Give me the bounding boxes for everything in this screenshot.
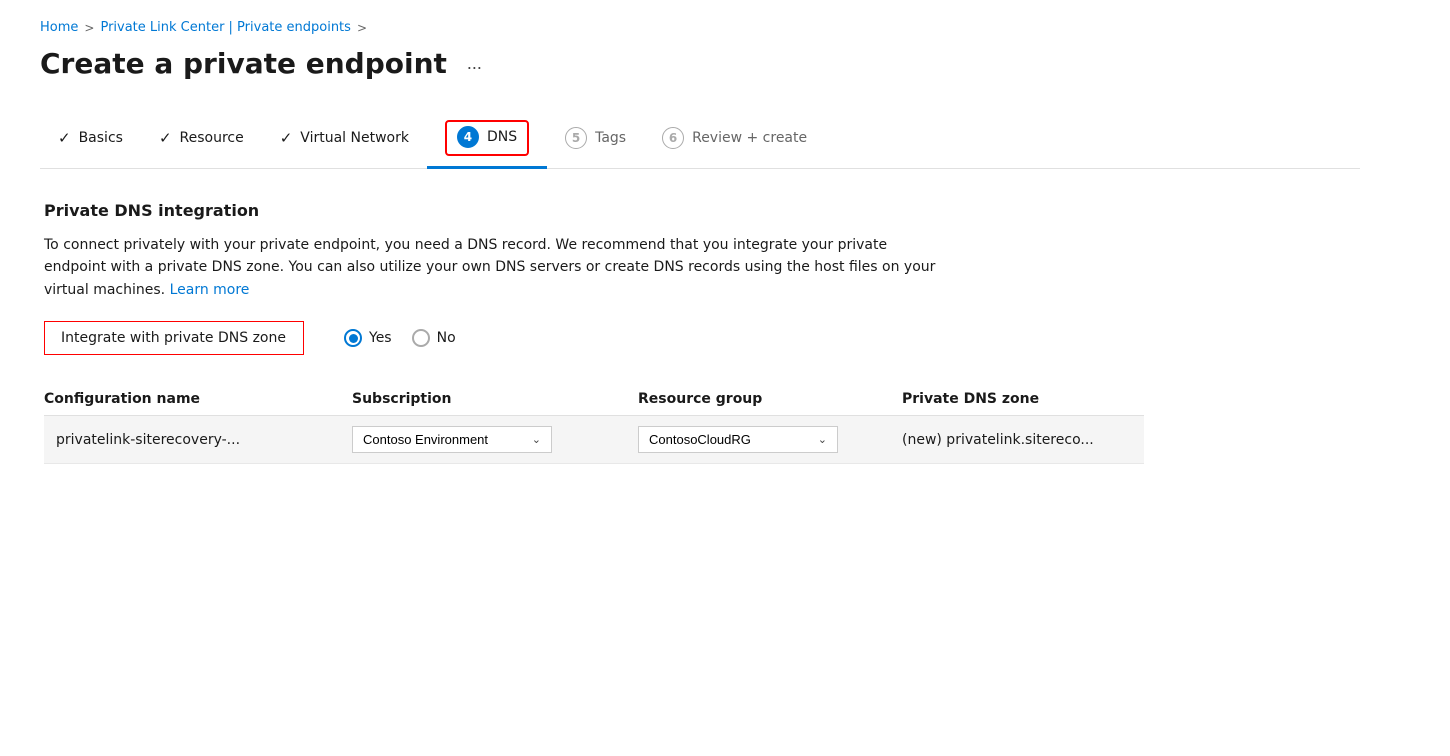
breadcrumb-home[interactable]: Home — [40, 20, 78, 35]
page-title: Create a private endpoint — [40, 47, 447, 80]
radio-no-circle — [412, 329, 430, 347]
step-num-review: 6 — [662, 127, 684, 149]
cell-private-dns-zone: (new) privatelink.sitereco... — [902, 416, 1144, 464]
dns-table-body: privatelink-siterecovery-... Contoso Env… — [44, 416, 1144, 464]
step-label-basics: Basics — [79, 130, 123, 146]
radio-yes-label: Yes — [369, 330, 392, 346]
step-resource[interactable]: ✓ Resource — [141, 119, 262, 159]
dns-table-header-row: Configuration name Subscription Resource… — [44, 383, 1144, 416]
subscription-dropdown[interactable]: Contoso Environment ⌄ — [352, 426, 552, 453]
resource-group-value: ContosoCloudRG — [649, 432, 751, 447]
page-title-row: Create a private endpoint ... — [40, 47, 1360, 80]
section-title: Private DNS integration — [44, 201, 1356, 220]
check-icon-resource: ✓ — [159, 129, 172, 147]
step-label-resource: Resource — [180, 130, 244, 146]
step-review-create[interactable]: 6 Review + create — [644, 117, 825, 161]
radio-yes-circle — [344, 329, 362, 347]
col-header-private-dns: Private DNS zone — [902, 383, 1144, 416]
table-row: privatelink-siterecovery-... Contoso Env… — [44, 416, 1144, 464]
radio-group: Yes No — [344, 329, 456, 347]
wizard-steps: ✓ Basics ✓ Resource ✓ Virtual Network 4 … — [40, 110, 1360, 169]
col-header-subscription: Subscription — [352, 383, 638, 416]
subscription-value: Contoso Environment — [363, 432, 488, 447]
breadcrumb: Home > Private Link Center | Private end… — [40, 20, 1360, 35]
step-basics[interactable]: ✓ Basics — [40, 119, 141, 159]
content-area: Private DNS integration To connect priva… — [40, 201, 1360, 464]
learn-more-link[interactable]: Learn more — [170, 282, 250, 298]
step-label-review: Review + create — [692, 130, 807, 146]
breadcrumb-sep-2: > — [357, 21, 367, 35]
step-dns[interactable]: 4 DNS — [427, 110, 547, 168]
resource-group-dropdown[interactable]: ContosoCloudRG ⌄ — [638, 426, 838, 453]
radio-yes[interactable]: Yes — [344, 329, 392, 347]
step-virtual-network[interactable]: ✓ Virtual Network — [262, 119, 427, 159]
step-label-dns: DNS — [487, 129, 517, 145]
step-label-vnet: Virtual Network — [300, 130, 409, 146]
step-label-tags: Tags — [595, 130, 626, 146]
integrate-row: Integrate with private DNS zone Yes No — [44, 321, 1356, 355]
dns-step-border: 4 DNS — [445, 120, 529, 156]
breadcrumb-center[interactable]: Private Link Center | Private endpoints — [100, 20, 350, 35]
step-num-tags: 5 — [565, 127, 587, 149]
radio-no[interactable]: No — [412, 329, 456, 347]
dns-table: Configuration name Subscription Resource… — [44, 383, 1144, 464]
breadcrumb-sep-1: > — [84, 21, 94, 35]
section-description: To connect privately with your private e… — [44, 234, 944, 301]
step-num-dns: 4 — [457, 126, 479, 148]
check-icon-vnet: ✓ — [280, 129, 293, 147]
integrate-label: Integrate with private DNS zone — [44, 321, 304, 355]
cell-config-name: privatelink-siterecovery-... — [44, 416, 352, 464]
col-header-resource-group: Resource group — [638, 383, 902, 416]
page-container: Home > Private Link Center | Private end… — [0, 0, 1400, 484]
radio-no-label: No — [437, 330, 456, 346]
check-icon-basics: ✓ — [58, 129, 71, 147]
col-header-config: Configuration name — [44, 383, 352, 416]
cell-resource-group: ContosoCloudRG ⌄ — [638, 416, 902, 464]
ellipsis-button[interactable]: ... — [461, 51, 488, 76]
subscription-chevron-icon: ⌄ — [532, 433, 541, 446]
cell-subscription: Contoso Environment ⌄ — [352, 416, 638, 464]
resource-group-chevron-icon: ⌄ — [818, 433, 827, 446]
dns-table-head: Configuration name Subscription Resource… — [44, 383, 1144, 416]
step-tags[interactable]: 5 Tags — [547, 117, 644, 161]
